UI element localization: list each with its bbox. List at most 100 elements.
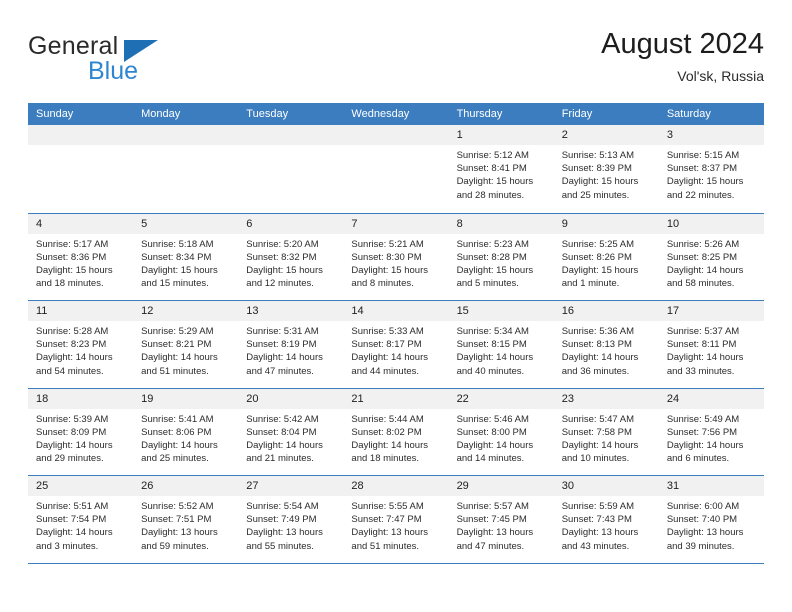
- daylight-text-line1: Daylight: 14 hours: [351, 352, 428, 364]
- day-cell-18[interactable]: 18 Sunrise: 5:39 AM Sunset: 8:09 PM Dayligh…: [28, 388, 134, 475]
- day-cell-23[interactable]: 23 Sunrise: 5:47 AM Sunset: 7:58 PM Dayligh…: [553, 388, 659, 475]
- daylight-text-line1: Daylight: 15 hours: [351, 264, 428, 276]
- day-number: 17: [658, 301, 764, 321]
- sunset-text: Sunset: 7:43 PM: [561, 514, 632, 526]
- day-cell-22[interactable]: 22 Sunrise: 5:46 AM Sunset: 8:00 PM Dayligh…: [448, 388, 554, 475]
- sunset-text: Sunset: 8:23 PM: [36, 339, 107, 351]
- day-info: Sunrise: 5:21 AM Sunset: 8:30 PM Daylight:…: [343, 234, 448, 291]
- day-number: 4: [28, 213, 134, 234]
- daylight-text-line1: Daylight: 15 hours: [561, 176, 639, 188]
- daylight-text-line2: and 14 minutes.: [456, 453, 525, 465]
- day-cell-21[interactable]: 21 Sunrise: 5:44 AM Sunset: 8:02 PM Dayligh…: [343, 388, 449, 475]
- sunrise-text: Sunrise: 6:00 AM: [666, 501, 740, 512]
- sunset-text: Sunset: 7:49 PM: [246, 514, 317, 526]
- day-number: 11: [28, 301, 134, 321]
- day-cell-10[interactable]: 10 Sunrise: 5:26 AM Sunset: 8:25 PM Dayligh…: [658, 213, 764, 300]
- daylight-text-line1: Daylight: 14 hours: [36, 527, 113, 539]
- daylight-text-line1: Daylight: 15 hours: [456, 176, 534, 188]
- day-cell-empty: [28, 125, 134, 213]
- daylight-text-line1: Daylight: 13 hours: [351, 527, 428, 539]
- day-cell-26[interactable]: 26 Sunrise: 5:52 AM Sunset: 7:51 PM Dayligh…: [133, 476, 239, 563]
- sunset-text: Sunset: 8:11 PM: [666, 339, 737, 351]
- sunset-text: Sunset: 8:13 PM: [561, 339, 632, 351]
- day-number: 18: [28, 388, 134, 409]
- day-cell-9[interactable]: 9 Sunrise: 5:25 AM Sunset: 8:26 PM Daylight…: [553, 213, 659, 300]
- day-cell-3[interactable]: 3 Sunrise: 5:15 AM Sunset: 8:37 PM Daylight…: [658, 125, 764, 213]
- day-cell-28[interactable]: 28 Sunrise: 5:55 AM Sunset: 7:47 PM Dayligh…: [343, 476, 449, 563]
- sunrise-text: Sunrise: 5:26 AM: [666, 238, 740, 250]
- day-cell-2[interactable]: 2 Sunrise: 5:13 AM Sunset: 8:39 PM Daylight…: [553, 125, 659, 213]
- sunset-text: Sunset: 7:51 PM: [141, 514, 212, 526]
- day-number: 10: [658, 213, 764, 234]
- day-cell-24[interactable]: 24 Sunrise: 5:49 AM Sunset: 7:56 PM Dayligh…: [658, 388, 764, 475]
- daylight-text-line1: Daylight: 14 hours: [561, 439, 639, 451]
- sunrise-text: Sunrise: 5:52 AM: [141, 501, 214, 512]
- day-cell-25[interactable]: 25 Sunrise: 5:51 AM Sunset: 7:54 PM Dayligh…: [28, 476, 134, 563]
- daylight-text-line2: and 36 minutes.: [561, 365, 630, 377]
- day-number: 13: [238, 301, 344, 321]
- daylight-text-line2: and 15 minutes.: [141, 278, 209, 290]
- day-cell-7[interactable]: 7 Sunrise: 5:21 AM Sunset: 8:30 PM Daylight…: [343, 213, 449, 300]
- sunrise-text: Sunrise: 5:42 AM: [246, 413, 319, 425]
- day-cell-1[interactable]: 1 Sunrise: 5:12 AM Sunset: 8:41 PM Daylight…: [448, 125, 554, 213]
- sunset-text: Sunset: 8:32 PM: [246, 251, 317, 263]
- daylight-text-line1: Daylight: 13 hours: [141, 527, 218, 539]
- day-number: 12: [133, 301, 239, 321]
- sunrise-text: Sunrise: 5:17 AM: [36, 238, 109, 250]
- daylight-text-line2: and 43 minutes.: [561, 540, 630, 552]
- sunrise-text: Sunrise: 5:31 AM: [246, 326, 319, 337]
- sunrise-text: Sunrise: 5:41 AM: [141, 413, 214, 425]
- sunset-text: Sunset: 8:06 PM: [141, 426, 212, 438]
- day-cell-30[interactable]: 30 Sunrise: 5:59 AM Sunset: 7:43 PM Dayligh…: [553, 476, 659, 563]
- day-cell-15[interactable]: 15 Sunrise: 5:34 AM Sunset: 8:15 PM Dayligh…: [448, 301, 554, 388]
- daylight-text-line2: and 5 minutes.: [456, 278, 519, 290]
- sunrise-text: Sunrise: 5:44 AM: [351, 413, 424, 425]
- daylight-text-line2: and 40 minutes.: [456, 365, 525, 377]
- page-header: General Blue August 2024 Vol'sk, Russia: [28, 26, 764, 100]
- day-cell-16[interactable]: 16 Sunrise: 5:36 AM Sunset: 8:13 PM Dayligh…: [553, 301, 659, 388]
- day-cell-27[interactable]: 27 Sunrise: 5:54 AM Sunset: 7:49 PM Dayligh…: [238, 476, 344, 563]
- day-number: [28, 125, 134, 145]
- daylight-text-line1: Daylight: 14 hours: [666, 264, 744, 276]
- day-number: 23: [553, 388, 659, 409]
- day-cell-4[interactable]: 4 Sunrise: 5:17 AM Sunset: 8:36 PM Daylight…: [28, 213, 134, 300]
- day-cell-empty: [133, 125, 239, 213]
- day-info: Sunrise: 5:17 AM Sunset: 8:36 PM Daylight:…: [28, 234, 133, 291]
- sunrise-text: Sunrise: 5:59 AM: [561, 501, 635, 512]
- day-cell-14[interactable]: 14 Sunrise: 5:33 AM Sunset: 8:17 PM Dayligh…: [343, 301, 449, 388]
- day-info: Sunrise: 5:44 AM Sunset: 8:02 PM Daylight:…: [343, 409, 448, 466]
- brand-logo[interactable]: General Blue: [28, 32, 248, 92]
- sunset-text: Sunset: 8:09 PM: [36, 426, 107, 438]
- daylight-text-line2: and 1 minute.: [561, 278, 620, 290]
- day-cell-31[interactable]: 31 Sunrise: 6:00 AM Sunset: 7:40 PM Dayligh…: [658, 476, 764, 563]
- daylight-text-line1: Daylight: 14 hours: [666, 439, 744, 451]
- day-cell-empty: [343, 125, 449, 213]
- day-info: Sunrise: 5:47 AM Sunset: 7:58 PM Daylight:…: [554, 409, 659, 466]
- day-cell-19[interactable]: 19 Sunrise: 5:41 AM Sunset: 8:06 PM Dayligh…: [133, 388, 239, 475]
- sunrise-text: Sunrise: 5:36 AM: [561, 326, 635, 337]
- daylight-text-line2: and 47 minutes.: [246, 365, 314, 377]
- daylight-text-line1: Daylight: 14 hours: [141, 439, 218, 451]
- daylight-text-line1: Daylight: 15 hours: [246, 264, 323, 276]
- day-cell-13[interactable]: 13 Sunrise: 5:31 AM Sunset: 8:19 PM Dayligh…: [238, 301, 344, 388]
- brand-name-blue: Blue: [88, 57, 139, 85]
- day-info: Sunrise: 6:00 AM Sunset: 7:40 PM Daylight:…: [659, 496, 764, 553]
- day-info: Sunrise: 5:59 AM Sunset: 7:43 PM Daylight:…: [554, 496, 659, 553]
- day-cell-11[interactable]: 11 Sunrise: 5:28 AM Sunset: 8:23 PM Dayligh…: [28, 301, 134, 388]
- sunrise-text: Sunrise: 5:20 AM: [246, 238, 319, 250]
- day-cell-20[interactable]: 20 Sunrise: 5:42 AM Sunset: 8:04 PM Dayligh…: [238, 388, 344, 475]
- daylight-text-line1: Daylight: 15 hours: [36, 264, 113, 276]
- day-cell-6[interactable]: 6 Sunrise: 5:20 AM Sunset: 8:32 PM Daylight…: [238, 213, 344, 300]
- day-info: Sunrise: 5:18 AM Sunset: 8:34 PM Daylight:…: [133, 234, 238, 291]
- day-cell-5[interactable]: 5 Sunrise: 5:18 AM Sunset: 8:34 PM Daylight…: [133, 213, 239, 300]
- sunrise-text: Sunrise: 5:28 AM: [36, 326, 109, 337]
- sunrise-text: Sunrise: 5:15 AM: [666, 150, 740, 161]
- day-cell-17[interactable]: 17 Sunrise: 5:37 AM Sunset: 8:11 PM Dayligh…: [658, 301, 764, 388]
- day-cell-29[interactable]: 29 Sunrise: 5:57 AM Sunset: 7:45 PM Dayligh…: [448, 476, 554, 563]
- day-cell-12[interactable]: 12 Sunrise: 5:29 AM Sunset: 8:21 PM Dayligh…: [133, 301, 239, 388]
- calendar-week-row: 25 Sunrise: 5:51 AM Sunset: 7:54 PM Dayligh…: [28, 475, 764, 563]
- sunrise-text: Sunrise: 5:25 AM: [561, 238, 635, 250]
- calendar-grid: Sunday Monday Tuesday Wednesday Thursday Frid…: [28, 103, 764, 564]
- daylight-text-line1: Daylight: 14 hours: [246, 352, 323, 364]
- day-cell-8[interactable]: 8 Sunrise: 5:23 AM Sunset: 8:28 PM Daylight…: [448, 213, 554, 300]
